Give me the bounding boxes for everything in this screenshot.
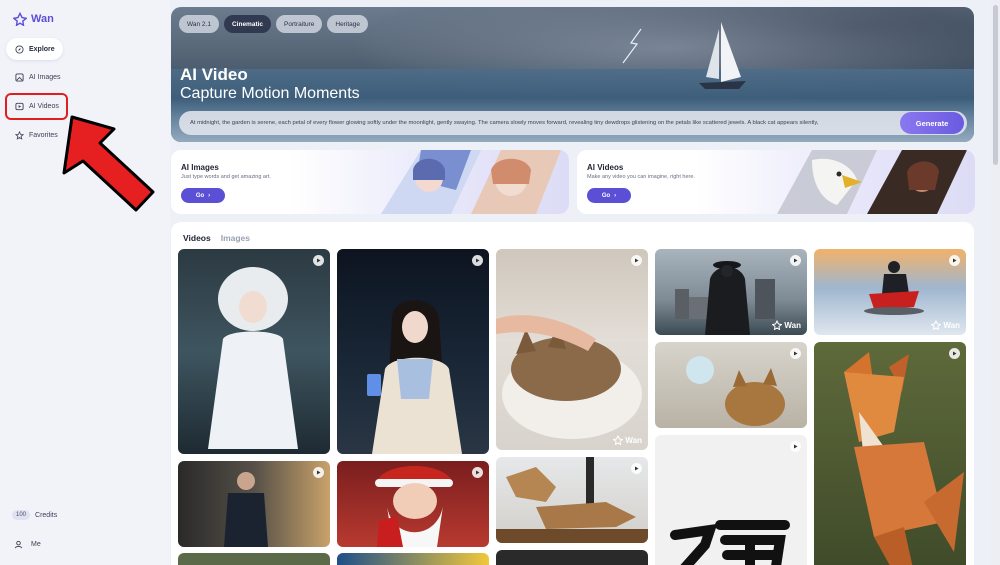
card-ai-images[interactable]: AI Images Just type words and get amazin… (171, 150, 569, 214)
prompt-text: At midnight, the garden is serene, each … (190, 120, 819, 126)
video-thumbnail[interactable]: Wan (814, 249, 966, 335)
video-thumbnail[interactable] (337, 249, 489, 454)
generate-button[interactable]: Generate (900, 112, 964, 134)
watermark-text: Wan (784, 320, 801, 330)
video-thumbnail[interactable] (655, 435, 807, 565)
sailboat-illustration (699, 22, 746, 89)
play-icon (790, 348, 801, 359)
card-desc: Make any video you can imagine, right he… (587, 174, 695, 180)
play-icon (472, 467, 483, 478)
tab-portraiture[interactable]: Portraiture (276, 15, 323, 33)
page-scrollbar[interactable] (991, 0, 1000, 565)
video-thumbnail[interactable] (814, 342, 966, 565)
play-icon (313, 467, 324, 478)
video-thumbnail[interactable] (337, 461, 489, 547)
hero-banner: Wan 2.1 Cinematic Portraiture Heritage A… (171, 7, 974, 142)
video-thumbnail[interactable] (178, 461, 330, 547)
play-icon (631, 255, 642, 266)
play-icon (631, 463, 642, 474)
video-thumbnail[interactable] (496, 457, 648, 543)
chevron-right-icon: › (614, 192, 617, 199)
sidebar: Wan Explore AI Images AI Videos Favorite… (0, 0, 170, 565)
tab-images[interactable]: Images (221, 233, 250, 243)
logo[interactable]: Wan (13, 12, 54, 26)
video-thumbnail[interactable] (178, 553, 330, 565)
star-icon (15, 130, 24, 140)
card-desc: Just type words and get amazing art. (181, 174, 271, 180)
tab-heritage[interactable]: Heritage (327, 15, 368, 33)
go-button[interactable]: Go › (181, 188, 225, 203)
play-icon (313, 255, 324, 266)
credits[interactable]: 100 Credits (12, 510, 57, 520)
compass-icon (15, 44, 24, 54)
scrollbar-thumb[interactable] (993, 5, 998, 165)
calligraphy-illustration (670, 520, 790, 565)
figure-illustration (224, 472, 268, 547)
eagle-video-illustration (777, 150, 967, 214)
card-title: AI Images (181, 163, 219, 172)
user-icon (14, 540, 23, 549)
play-icon (790, 255, 801, 266)
sidebar-item-explore[interactable]: Explore (6, 38, 63, 60)
sidebar-item-ai-images[interactable]: AI Images (6, 66, 63, 88)
santa-illustration (375, 466, 453, 547)
video-thumbnail[interactable]: Wan (655, 249, 807, 335)
sidebar-item-me[interactable]: Me (14, 540, 41, 549)
wan-watermark: Wan (772, 320, 801, 330)
chevron-right-icon: › (208, 192, 211, 199)
tab-cinematic[interactable]: Cinematic (223, 15, 272, 33)
gallery-tabs: Videos Images (183, 233, 250, 243)
play-icon (472, 255, 483, 266)
wan-logo-icon (613, 435, 624, 445)
anime-art-illustration (381, 150, 561, 214)
video-thumbnail[interactable] (655, 342, 807, 428)
play-icon (949, 255, 960, 266)
lightning-icon (622, 28, 642, 64)
wan-watermark: Wan (613, 435, 642, 445)
video-thumbnail[interactable] (337, 553, 489, 565)
cardboard-robot-illustration (496, 457, 648, 543)
kitten-illustration (686, 356, 785, 426)
credits-count: 100 (12, 510, 31, 520)
watermark-text: Wan (943, 320, 960, 330)
hero-subtitle: Capture Motion Moments (180, 85, 360, 102)
wan-logo-icon (772, 320, 783, 330)
wan-logo-icon (931, 320, 942, 330)
origami-fox-illustration (844, 352, 964, 565)
gallery: Videos Images Wan Wan Wan (171, 222, 974, 565)
credits-label: Credits (35, 511, 58, 519)
prompt-input[interactable]: At midnight, the garden is serene, each … (179, 111, 967, 135)
cat-illustration (496, 315, 642, 439)
wan-watermark: Wan (931, 320, 960, 330)
watermark-text: Wan (625, 435, 642, 445)
hero-tabs: Wan 2.1 Cinematic Portraiture Heritage (179, 15, 368, 33)
card-title: AI Videos (587, 163, 624, 172)
sidebar-item-label: Explore (29, 45, 55, 53)
video-thumbnail[interactable]: Wan (496, 249, 648, 450)
wan-logo-icon (13, 12, 27, 26)
hero-title: AI Video (180, 65, 248, 84)
go-label: Go (195, 192, 205, 199)
video-thumbnail[interactable] (496, 550, 648, 565)
tab-videos[interactable]: Videos (183, 233, 211, 243)
sidebar-item-label: AI Images (29, 73, 61, 81)
play-icon (790, 441, 801, 452)
logo-text: Wan (31, 13, 54, 25)
me-label: Me (31, 541, 41, 548)
figure-illustration (367, 300, 462, 454)
play-icon (949, 348, 960, 359)
go-button[interactable]: Go › (587, 188, 631, 203)
video-thumbnail[interactable] (178, 249, 330, 454)
go-label: Go (601, 192, 611, 199)
image-icon (15, 72, 24, 82)
figure-illustration (208, 267, 298, 449)
card-ai-videos[interactable]: AI Videos Make any video you can imagine… (577, 150, 975, 214)
red-arrow-annotation (62, 115, 155, 212)
tab-wan-2-1[interactable]: Wan 2.1 (179, 15, 219, 33)
